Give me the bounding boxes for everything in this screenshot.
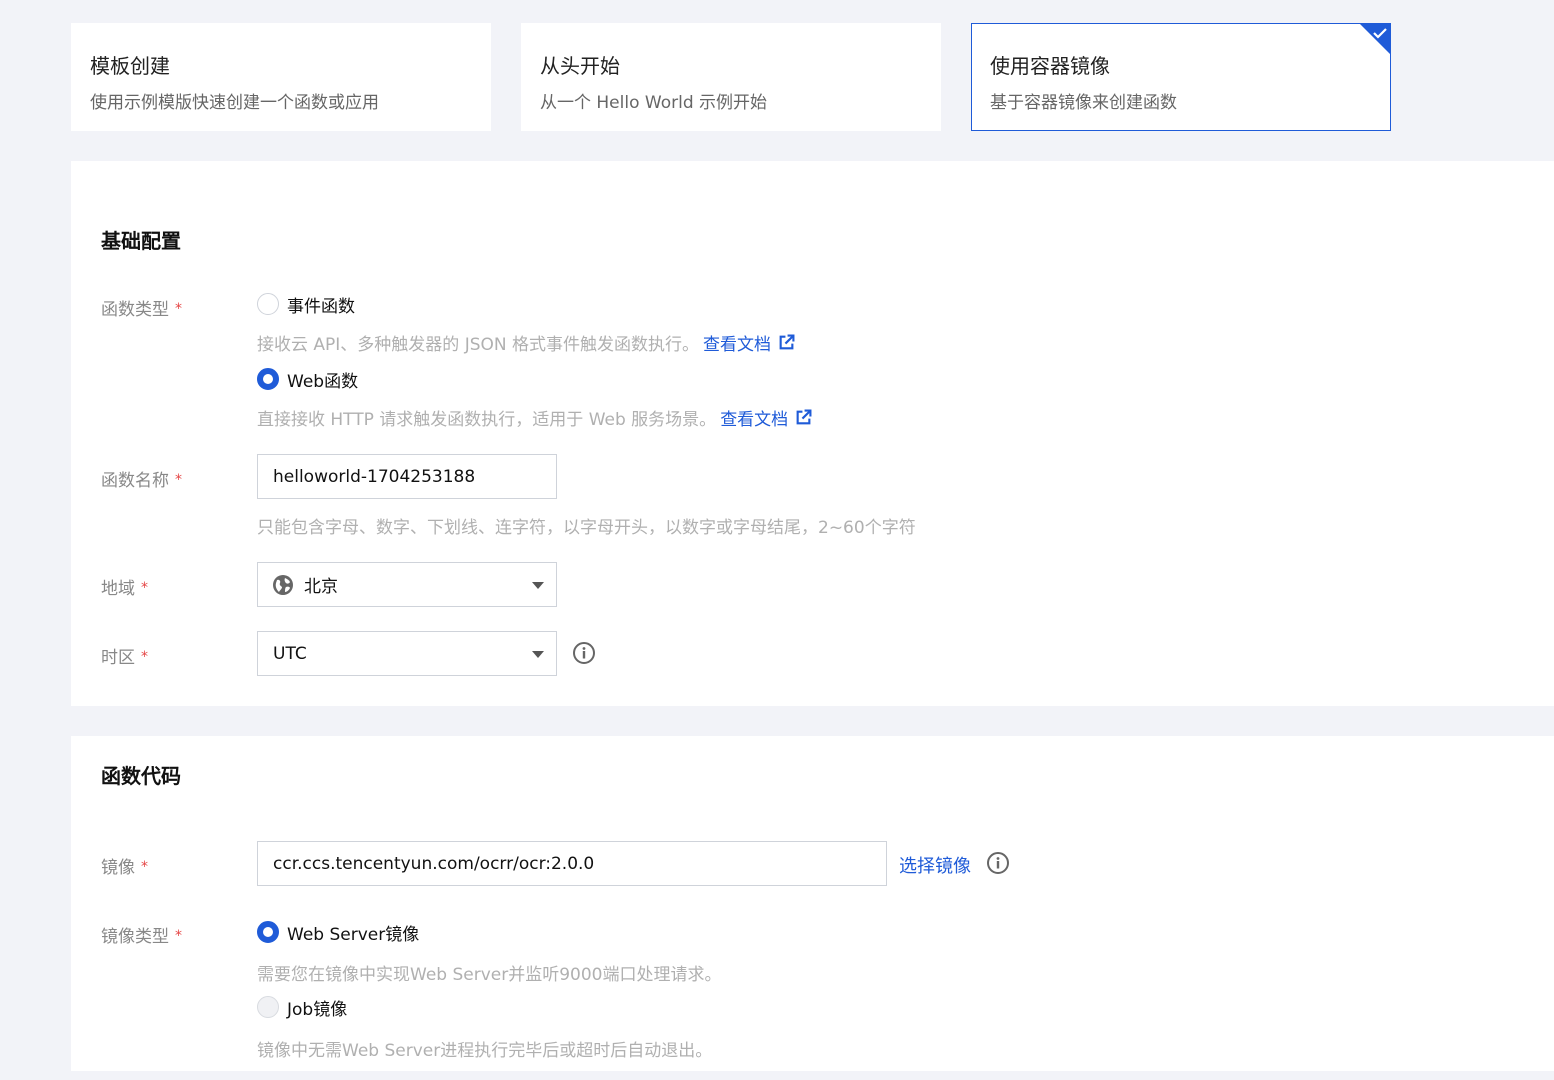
card-desc: 基于容器镜像来创建函数 — [990, 93, 1177, 113]
function-code-panel: 函数代码 — [71, 736, 1554, 1071]
info-icon[interactable] — [986, 851, 1010, 875]
event-function-help: 接收云 API、多种触发器的 JSON 格式事件触发函数执行。 查看文档 — [257, 330, 795, 355]
func-name-help: 只能包含字母、数字、下划线、连字符，以字母开头，以数字或字母结尾，2~60个字符 — [257, 513, 916, 538]
radio-web-function[interactable]: Web函数 — [257, 367, 359, 392]
globe-icon — [273, 574, 293, 595]
radio-button[interactable] — [257, 996, 279, 1018]
func-type-label: 函数类型 * — [101, 300, 182, 320]
card-from-scratch[interactable]: 从头开始 从一个 Hello World 示例开始 — [521, 23, 941, 131]
card-container-image[interactable]: 使用容器镜像 基于容器镜像来创建函数 — [971, 23, 1391, 131]
select-value: UTC — [273, 643, 307, 664]
help-text: 直接接收 HTTP 请求触发函数执行，适用于 Web 服务场景。 — [257, 410, 717, 430]
radio-button[interactable] — [257, 368, 279, 390]
image-type-label: 镜像类型 * — [101, 927, 182, 947]
radio-button[interactable] — [257, 293, 279, 315]
radio-event-function[interactable]: 事件函数 — [257, 292, 355, 317]
card-title: 使用容器镜像 — [990, 54, 1110, 78]
help-text: 镜像中无需Web Server进程执行完毕后或超时后自动退出。 — [257, 1041, 713, 1061]
card-title: 从头开始 — [540, 54, 620, 78]
select-image-link[interactable]: 选择镜像 — [899, 852, 971, 878]
chevron-down-icon — [532, 582, 544, 589]
timezone-label: 时区 * — [101, 648, 148, 668]
radio-job-image[interactable]: Job镜像 — [257, 995, 348, 1020]
external-link-icon[interactable] — [778, 334, 795, 351]
radio-label: 事件函数 — [287, 296, 355, 317]
chevron-down-icon — [532, 651, 544, 658]
region-select[interactable]: 北京 — [257, 562, 557, 607]
selected-check-icon — [1359, 23, 1391, 55]
help-text: 需要您在镜像中实现Web Server并监听9000端口处理请求。 — [257, 965, 722, 985]
section-title-code: 函数代码 — [101, 764, 181, 788]
input-value: helloworld-1704253188 — [273, 466, 476, 487]
radio-button[interactable] — [257, 921, 279, 943]
radio-label: Web函数 — [287, 371, 359, 392]
timezone-select[interactable]: UTC — [257, 631, 557, 676]
radio-label: Web Server镜像 — [287, 924, 420, 945]
basic-config-panel: 基础配置 — [71, 161, 1554, 706]
image-label: 镜像 * — [101, 858, 148, 878]
card-desc: 使用示例模版快速创建一个函数或应用 — [90, 93, 379, 113]
select-value: 北京 — [304, 577, 338, 597]
func-name-label: 函数名称 * — [101, 471, 182, 491]
view-docs-link[interactable]: 查看文档 — [720, 405, 788, 430]
region-label: 地域 * — [101, 579, 148, 599]
card-desc: 从一个 Hello World 示例开始 — [540, 93, 768, 113]
func-name-input[interactable]: helloworld-1704253188 — [257, 454, 557, 499]
web-server-image-help: 需要您在镜像中实现Web Server并监听9000端口处理请求。 — [257, 960, 721, 985]
web-function-help: 直接接收 HTTP 请求触发函数执行，适用于 Web 服务场景。 查看文档 — [257, 405, 812, 430]
card-title: 模板创建 — [90, 54, 170, 78]
radio-label: Job镜像 — [287, 999, 348, 1020]
input-value: ccr.ccs.tencentyun.com/ocrr/ocr:2.0.0 — [273, 853, 595, 874]
external-link-icon[interactable] — [795, 409, 812, 426]
help-text: 接收云 API、多种触发器的 JSON 格式事件触发函数执行。 — [257, 335, 700, 355]
help-text: 只能包含字母、数字、下划线、连字符，以字母开头，以数字或字母结尾，2~60个字符 — [257, 518, 916, 538]
info-icon[interactable] — [572, 641, 596, 665]
job-image-help: 镜像中无需Web Server进程执行完毕后或超时后自动退出。 — [257, 1036, 712, 1061]
card-template-create[interactable]: 模板创建 使用示例模版快速创建一个函数或应用 — [71, 23, 491, 131]
view-docs-link[interactable]: 查看文档 — [703, 330, 771, 355]
image-input[interactable]: ccr.ccs.tencentyun.com/ocrr/ocr:2.0.0 — [257, 841, 887, 886]
section-title-basic: 基础配置 — [101, 229, 181, 253]
radio-web-server-image[interactable]: Web Server镜像 — [257, 920, 420, 945]
